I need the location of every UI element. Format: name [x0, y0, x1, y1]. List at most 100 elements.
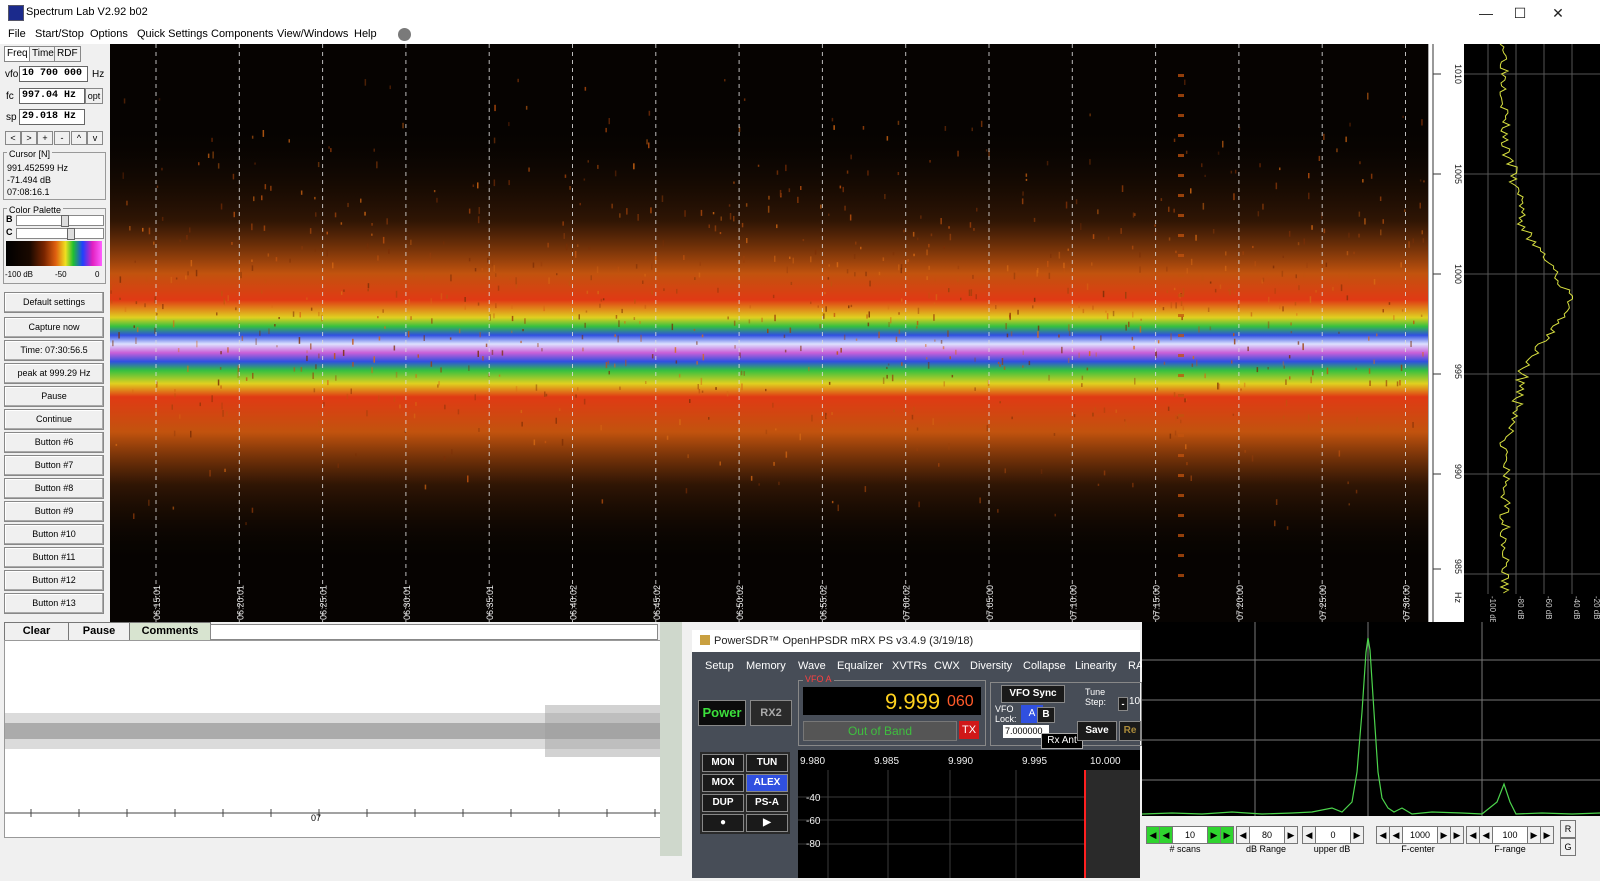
- fcenter-next-button[interactable]: ▶: [1437, 826, 1451, 844]
- psdr-menu-xvtrs[interactable]: XVTRs: [892, 660, 927, 672]
- spectrum-plot[interactable]: -100 dB -80 dB -60 dB -40 dB -20 dB: [1464, 43, 1600, 624]
- fcenter-last-button[interactable]: ▶: [1450, 826, 1464, 844]
- save-button[interactable]: Save: [1077, 721, 1117, 741]
- scans-prev-button[interactable]: ◀: [1159, 826, 1173, 844]
- menu-help[interactable]: Help: [354, 28, 377, 40]
- frange-first-button[interactable]: ◀: [1466, 826, 1480, 844]
- menu-quick-settings[interactable]: Quick Settings: [137, 28, 208, 40]
- db-range-prev-button[interactable]: ◀: [1236, 826, 1250, 844]
- vfo-a-display[interactable]: 9.999 060: [803, 687, 981, 715]
- panadapter-display[interactable]: 9.980 9.985 9.990 9.995 10.000 -40 -60 -…: [798, 750, 1140, 878]
- button-9[interactable]: Button #9: [4, 501, 104, 522]
- palette-gradient[interactable]: [6, 241, 102, 266]
- amplitude-scope[interactable]: 07: [4, 640, 662, 838]
- rx2-button[interactable]: RX2: [750, 700, 792, 726]
- record-indicator-icon[interactable]: [398, 28, 411, 41]
- db-range-next-button[interactable]: ▶: [1284, 826, 1298, 844]
- button-13[interactable]: Button #13: [4, 593, 104, 614]
- mox-button[interactable]: MOX: [702, 774, 744, 792]
- close-button[interactable]: ✕: [1548, 4, 1568, 22]
- scope-pause-button[interactable]: Pause: [68, 622, 130, 641]
- peak-display-button[interactable]: peak at 999.29 Hz: [4, 363, 104, 384]
- minimize-button[interactable]: —: [1476, 4, 1496, 22]
- tx-button[interactable]: TX: [959, 721, 979, 739]
- alex-button[interactable]: ALEX: [746, 774, 788, 792]
- menu-components[interactable]: Components: [211, 28, 273, 40]
- power-button[interactable]: Power: [698, 700, 746, 726]
- nav-down-button[interactable]: v: [87, 131, 103, 145]
- frange-prev-button[interactable]: ◀: [1479, 826, 1493, 844]
- capture-now-button[interactable]: Capture now: [4, 317, 104, 338]
- vfo-lock-b-button[interactable]: B: [1037, 707, 1055, 723]
- continue-button[interactable]: Continue: [4, 409, 104, 430]
- fcenter-first-button[interactable]: ◀: [1376, 826, 1390, 844]
- comments-input[interactable]: [210, 624, 658, 640]
- maximize-button[interactable]: ☐: [1510, 4, 1530, 22]
- nav-right-button[interactable]: >: [21, 131, 37, 145]
- frange-next-button[interactable]: ▶: [1527, 826, 1541, 844]
- record-button[interactable]: ●: [702, 814, 744, 832]
- menu-view-windows[interactable]: View/Windows: [277, 28, 348, 40]
- button-12[interactable]: Button #12: [4, 570, 104, 591]
- scans-field[interactable]: 10: [1172, 826, 1208, 844]
- fc-opt-button[interactable]: opt: [85, 88, 103, 104]
- tab-rdf[interactable]: RDF: [54, 46, 81, 62]
- menu-options[interactable]: Options: [90, 28, 128, 40]
- pause-button[interactable]: Pause: [4, 386, 104, 407]
- brightness-thumb[interactable]: [61, 215, 69, 227]
- psdr-menu-equalizer[interactable]: Equalizer: [837, 660, 883, 672]
- fcenter-field[interactable]: 1000: [1402, 826, 1438, 844]
- nav-zoom-out-button[interactable]: -: [54, 131, 70, 145]
- scans-first-button[interactable]: ◀: [1146, 826, 1160, 844]
- mon-button[interactable]: MON: [702, 754, 744, 772]
- nav-up-button[interactable]: ^: [71, 131, 87, 145]
- time-display-button[interactable]: Time: 07:30:56.5: [4, 340, 104, 361]
- fc-field[interactable]: 997.04 Hz: [19, 88, 85, 104]
- menu-start-stop[interactable]: Start/Stop: [35, 28, 84, 40]
- button-11[interactable]: Button #11: [4, 547, 104, 568]
- brightness-slider[interactable]: [16, 215, 104, 227]
- audio-spectrum-display[interactable]: [1141, 622, 1600, 816]
- tun-button[interactable]: TUN: [746, 754, 788, 772]
- scans-next-button[interactable]: ▶: [1207, 826, 1221, 844]
- db-range-field[interactable]: 80: [1249, 826, 1285, 844]
- tune-step-decrease[interactable]: -: [1118, 697, 1128, 711]
- ps-a-button[interactable]: PS-A: [746, 794, 788, 812]
- comments-button[interactable]: Comments: [129, 622, 211, 641]
- psdr-menu-wave[interactable]: Wave: [798, 660, 826, 672]
- psdr-menu-diversity[interactable]: Diversity: [970, 660, 1012, 672]
- r-button[interactable]: R: [1560, 820, 1576, 838]
- button-6[interactable]: Button #6: [4, 432, 104, 453]
- scans-last-button[interactable]: ▶: [1220, 826, 1234, 844]
- upper-db-field[interactable]: 0: [1315, 826, 1351, 844]
- menu-file[interactable]: File: [8, 28, 26, 40]
- contrast-thumb[interactable]: [67, 228, 75, 240]
- psdr-menu-cwx[interactable]: CWX: [934, 660, 960, 672]
- upper-db-prev-button[interactable]: ◀: [1302, 826, 1316, 844]
- button-7[interactable]: Button #7: [4, 455, 104, 476]
- nav-left-button[interactable]: <: [5, 131, 21, 145]
- contrast-slider[interactable]: [16, 228, 104, 240]
- clear-button[interactable]: Clear: [4, 622, 69, 641]
- dup-button[interactable]: DUP: [702, 794, 744, 812]
- button-8[interactable]: Button #8: [4, 478, 104, 499]
- psdr-menu-memory[interactable]: Memory: [746, 660, 786, 672]
- play-button[interactable]: ▶: [746, 814, 788, 832]
- psdr-menu-ra[interactable]: RA: [1128, 660, 1143, 672]
- vfo-field[interactable]: 10 700 000: [19, 66, 88, 82]
- g-button[interactable]: G: [1560, 838, 1576, 856]
- upper-db-next-button[interactable]: ▶: [1350, 826, 1364, 844]
- sp-field[interactable]: 29.018 Hz: [19, 109, 85, 125]
- fcenter-prev-button[interactable]: ◀: [1389, 826, 1403, 844]
- frange-field[interactable]: 100: [1492, 826, 1528, 844]
- nav-zoom-in-button[interactable]: +: [37, 131, 53, 145]
- psdr-menu-collapse[interactable]: Collapse: [1023, 660, 1066, 672]
- default-settings-button[interactable]: Default settings: [4, 292, 104, 313]
- tab-freq[interactable]: Freq: [4, 46, 31, 62]
- button-10[interactable]: Button #10: [4, 524, 104, 545]
- tab-time[interactable]: Time: [29, 46, 57, 62]
- psdr-menu-linearity[interactable]: Linearity: [1075, 660, 1117, 672]
- spectrogram-waterfall[interactable]: 06:15:01 06:20:01 06:25:01 06:30:01 06:35:01…: [110, 44, 1428, 622]
- vfo-sync-button[interactable]: VFO Sync: [1001, 685, 1065, 703]
- frange-last-button[interactable]: ▶: [1540, 826, 1554, 844]
